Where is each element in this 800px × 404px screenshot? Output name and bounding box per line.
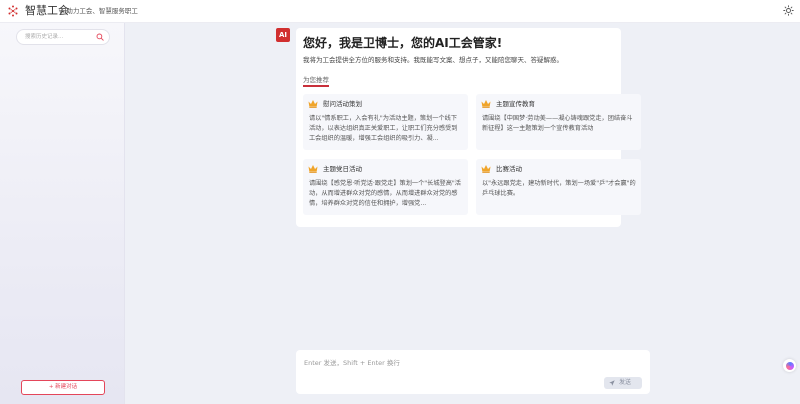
app-tagline: AI助力工会、智慧服务职工 [60,7,138,15]
welcome-message: 您好，我是卫博士，您的AI工会管家! 我将为工会提供全方位的服务和支持。我既能写… [296,28,641,227]
message-composer: 发送 [296,350,650,394]
send-button[interactable]: 发送 [604,377,642,389]
recommend-label: 为您推荐 [303,76,329,87]
ai-avatar: AI [276,28,290,42]
recommend-card-title: 主题宣传教育 [496,100,535,108]
chat-area: AI 您好，我是卫博士，您的AI工会管家! 我将为工会提供全方位的服务和支持。我… [125,23,800,404]
recommend-card-desc: 请围绕【感党恩·听党话·跟党走】策划一个"长城登高"活动，从而增进群众对党的感情… [309,180,461,207]
recommend-card-competition[interactable]: 比赛活动 以"永远跟党走，建功新时代，策划一场爱"乒"才会赢"的乒乓球比赛。 [476,159,641,215]
recommend-card-title: 慰问活动策划 [323,100,362,108]
crown-icon [481,100,491,108]
assistant-orb-icon [785,361,794,370]
hexagon-dots-logo [8,5,18,17]
recommend-card-title: 比赛活动 [496,165,522,173]
send-icon [609,380,615,386]
sun-icon[interactable] [783,5,794,16]
crown-icon [308,165,318,173]
recommend-card-desc: 请以"情系职工，入会有礼"为活动主题，策划一个线下活动，以表达组织真正关爱职工，… [309,115,458,142]
recommend-card-condolence[interactable]: 慰问活动策划 请以"情系职工，入会有礼"为活动主题，策划一个线下活动，以表达组织… [303,94,468,150]
crown-icon [308,100,318,108]
assistant-float-button[interactable] [783,359,796,372]
recommend-card-desc: 请围绕【中国梦·劳动美——凝心铸魂跟党走，团结奋斗新征程】这一主题策划一个宣传教… [482,115,633,132]
send-label: 发送 [619,379,632,386]
welcome-title: 您好，我是卫博士，您的AI工会管家! [303,36,503,50]
recommend-card-education[interactable]: 主题宣传教育 请围绕【中国梦·劳动美——凝心铸魂跟党走，团结奋斗新征程】这一主题… [476,94,641,150]
history-search-input[interactable] [25,30,91,44]
recommend-card-title: 主题党日活动 [323,165,362,173]
crown-icon [481,165,491,173]
search-icon[interactable] [96,33,104,41]
recommend-card-party-day[interactable]: 主题党日活动 请围绕【感党恩·听党话·跟党走】策划一个"长城登高"活动，从而增进… [303,159,468,215]
top-bar: 智慧工会 AI助力工会、智慧服务职工 [0,0,800,23]
recommend-card-desc: 以"永远跟党走，建功新时代，策划一场爱"乒"才会赢"的乒乓球比赛。 [482,180,636,197]
history-search [16,29,110,45]
welcome-subtitle: 我将为工会提供全方位的服务和支持。我既能写文案、想点子，又能陪您聊天、答疑解惑。 [303,56,563,64]
sidebar: + 新建对话 [0,23,125,404]
message-input[interactable] [304,356,604,370]
new-chat-button[interactable]: + 新建对话 [21,380,105,395]
